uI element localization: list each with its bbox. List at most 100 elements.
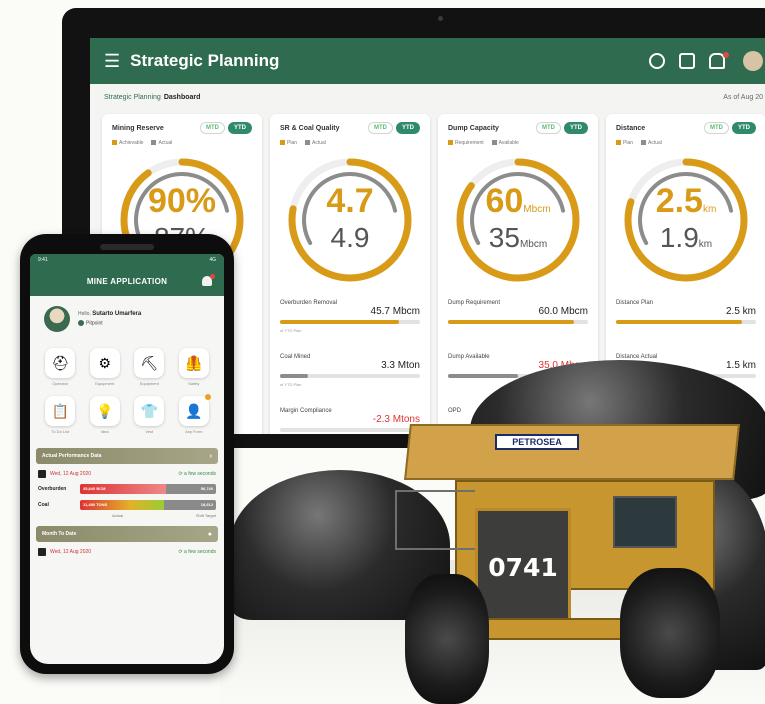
- legend-primary: Plan: [280, 140, 297, 146]
- footer-actual: Actual: [112, 513, 124, 518]
- card-header: Distance MTD YTD: [616, 122, 756, 134]
- toggle-mtd[interactable]: MTD: [200, 122, 225, 134]
- user-profile[interactable]: Hello, Sutarto Umarfera Pitpoint: [30, 296, 224, 342]
- tile-glyph: 👤: [185, 402, 203, 419]
- metric-row: Overburden Removal 45.7 Mbcm of YTD Plan: [280, 300, 420, 333]
- app-tile[interactable]: 👕 Vest: [131, 396, 168, 434]
- phone-title: MINE APPLICATION: [86, 276, 168, 286]
- footer-target: Shift Target: [195, 513, 216, 518]
- metric-label: Distance Plan: [616, 300, 654, 306]
- tile-label: Idea: [100, 429, 109, 434]
- primary-value: 60: [485, 182, 524, 220]
- tile-label: Operator: [52, 381, 69, 386]
- updated-text: ⟳ a few seconds: [178, 471, 216, 477]
- badge-dot: [204, 394, 211, 400]
- calendar-icon: [38, 470, 46, 478]
- toggle-ytd[interactable]: YTD: [396, 122, 420, 134]
- metric-value: 3.3 Mton: [381, 360, 420, 371]
- phone-time: 9:41: [38, 257, 48, 263]
- date-text: Wed, 12 Aug 2020: [50, 471, 92, 477]
- metric-label: Dump Available: [448, 354, 490, 360]
- legend-label: Available: [498, 140, 519, 146]
- legend-label: Actual: [158, 140, 173, 146]
- phone-header: MINE APPLICATION: [30, 266, 224, 296]
- truck-railing: [395, 490, 475, 550]
- tile-glyph: ⛑: [51, 354, 70, 371]
- secondary-value: 4.9: [330, 222, 370, 253]
- metric-sub: of YTD Plan: [280, 382, 302, 387]
- toggle-ytd[interactable]: YTD: [564, 122, 588, 134]
- legend-swatch: [305, 140, 311, 146]
- mail-icon[interactable]: [679, 53, 695, 69]
- performance-row: Coal 11,480 TONS 18,612: [30, 494, 224, 510]
- tile-label: Safety: [188, 381, 200, 386]
- app-tile[interactable]: ⛏ Equipment: [131, 348, 168, 386]
- breadcrumb: Strategic Planning Dashboard As of Aug 2…: [90, 84, 765, 110]
- settings-icon[interactable]: [649, 53, 665, 69]
- card-legend: Plan Actual: [280, 140, 420, 146]
- avatar[interactable]: [743, 51, 763, 71]
- legend-secondary: Available: [491, 140, 519, 146]
- period-toggle: MTD YTD: [704, 122, 756, 134]
- app-tile[interactable]: 📋 To Do List: [42, 396, 79, 434]
- legend-swatch: [280, 140, 285, 146]
- truck-number: 0741: [488, 553, 558, 582]
- date-line-2: Wed, 12 Aug 2020 ⟳ a few seconds: [30, 542, 224, 556]
- kpi-card[interactable]: SR & Coal Quality MTD YTD Plan Actual 4.…: [270, 114, 430, 434]
- progress-target: 56,740: [165, 484, 216, 494]
- tile-glyph: 📋: [51, 402, 69, 419]
- app-tile[interactable]: 💡 Idea: [87, 396, 124, 434]
- breadcrumb-root[interactable]: Strategic Planning: [104, 94, 161, 101]
- metric-label: Dump Requirement: [448, 300, 501, 306]
- metric-label: Coal Mined: [280, 354, 311, 360]
- truck-wheel-right: [620, 568, 720, 698]
- date-line: Wed, 12 Aug 2020 ⟳ a few seconds: [30, 464, 224, 478]
- progress-actual: 11,480 TONS: [80, 500, 165, 510]
- card-legend: Achievable Actual: [112, 140, 252, 146]
- app-tile[interactable]: 🦺 Safety: [176, 348, 213, 386]
- tile-label: Equipment: [95, 381, 115, 386]
- menu-icon[interactable]: ☰: [104, 51, 120, 72]
- actual-performance-section[interactable]: Actual Performance Data ›: [36, 448, 218, 464]
- month-to-date-section[interactable]: Month To Date ●: [36, 526, 218, 542]
- performance-footer: Actual Shift Target: [30, 510, 224, 518]
- legend-primary: Plan: [616, 140, 633, 146]
- app-tile[interactable]: ⚙ Equipment: [87, 348, 124, 386]
- user-name: Sutarto Umarfera: [92, 311, 142, 318]
- legend-swatch: [616, 140, 621, 146]
- metric-bar-fill: [616, 320, 742, 324]
- toggle-ytd[interactable]: YTD: [732, 122, 756, 134]
- primary-value: 90%: [147, 182, 217, 220]
- period-toggle: MTD YTD: [536, 122, 588, 134]
- card-title: SR & Coal Quality: [280, 124, 340, 132]
- bulb-icon: 💡: [89, 396, 120, 426]
- greeting-text: Hello,: [78, 311, 91, 318]
- legend-primary: Requirement: [448, 140, 484, 146]
- secondary-unit: Mbcm: [519, 239, 548, 250]
- toggle-ytd[interactable]: YTD: [228, 122, 252, 134]
- gauge-primary-value: 2.5km: [616, 182, 756, 221]
- secondary-value: 35: [488, 222, 520, 253]
- legend-primary: Achievable: [112, 140, 143, 146]
- app-tile[interactable]: ⛑ Operator: [42, 348, 79, 386]
- legend-label: Plan: [623, 140, 634, 146]
- card-legend: Plan Actual: [616, 140, 756, 146]
- metric-bar-fill: [280, 320, 399, 324]
- gauge-secondary-value: 4.9: [280, 222, 420, 254]
- toggle-mtd[interactable]: MTD: [704, 122, 729, 134]
- toggle-mtd[interactable]: MTD: [368, 122, 393, 134]
- phone-bell-icon[interactable]: [202, 274, 215, 286]
- metric-label: Margin Compliance: [280, 408, 332, 414]
- legend-secondary: Actual: [151, 140, 172, 146]
- app-tile[interactable]: 👤 Any Form: [176, 394, 213, 434]
- progress-bar: 35,840 BCM 56,740: [80, 484, 216, 494]
- legend-label: Actual: [648, 140, 662, 146]
- user-avatar: [44, 306, 70, 332]
- toggle-mtd[interactable]: MTD: [536, 122, 561, 134]
- updated-value: a few seconds: [184, 549, 216, 555]
- smartphone: 9:41 4G MINE APPLICATION Hello, Sutarto …: [20, 234, 234, 674]
- clipboard-icon: 📋: [45, 396, 76, 426]
- user-info: Hello, Sutarto Umarfera Pitpoint: [78, 311, 142, 327]
- truck-windshield: [613, 496, 677, 548]
- legend-secondary: Actual: [641, 140, 662, 146]
